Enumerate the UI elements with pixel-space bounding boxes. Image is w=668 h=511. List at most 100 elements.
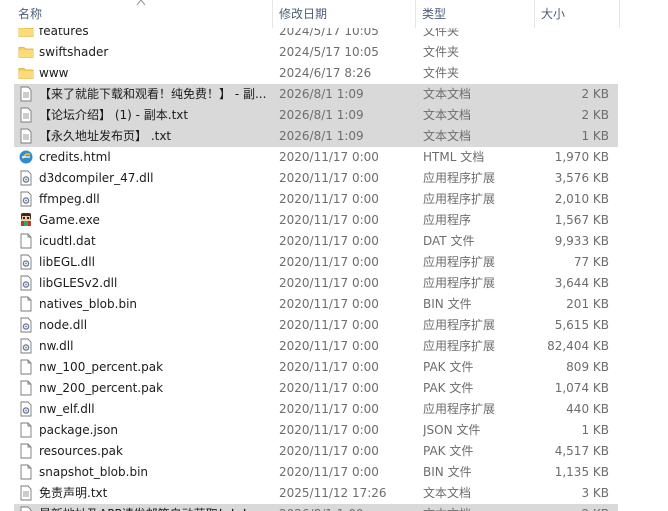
file-name: package.json	[39, 423, 119, 437]
file-size: 2,010 KB	[554, 192, 609, 206]
file-date: 2026/8/1 1:09	[279, 504, 419, 511]
file-row[interactable]: nw.dll 2020/11/17 0:00 应用程序扩展 82,404 KB	[14, 336, 618, 357]
file-size: 1,567 KB	[554, 213, 609, 227]
file-size: 2 KB	[534, 504, 609, 511]
file-row[interactable]: nw_100_percent.pak 2020/11/17 0:00 PAK 文件 8…	[14, 357, 618, 378]
file-type: DAT 文件	[423, 234, 475, 248]
file-date: 2020/11/17 0:00	[279, 150, 379, 164]
file-name: nw_elf.dll	[39, 402, 95, 416]
file-row[interactable]: Game.exe 2020/11/17 0:00 应用程序 1,567 KB	[14, 210, 618, 231]
file-date: 2026/8/1 1:09	[279, 129, 364, 143]
file-row[interactable]: libEGL.dll 2020/11/17 0:00 应用程序扩展 77 KB	[14, 252, 618, 273]
file-date: 2020/11/17 0:00	[279, 381, 379, 395]
dll-file-icon	[18, 191, 34, 207]
file-size: 82,404 KB	[547, 339, 609, 353]
file-date: 2020/11/17 0:00	[279, 465, 379, 479]
file-date: 2020/11/17 0:00	[279, 423, 379, 437]
file-type: 应用程序扩展	[423, 402, 496, 416]
column-header-name[interactable]: 名称	[12, 0, 272, 28]
file-row[interactable]: 【论坛介绍】 (1) - 副本.txt 2026/8/1 1:09 文本文档 2 KB	[14, 105, 618, 126]
file-row[interactable]: nw_elf.dll 2020/11/17 0:00 应用程序扩展 440 KB	[14, 399, 618, 420]
file-name: d3dcompiler_47.dll	[39, 171, 154, 185]
folder-icon	[18, 44, 34, 60]
file-date: 2020/11/17 0:00	[279, 213, 379, 227]
dll-file-icon	[18, 275, 34, 291]
file-size: 2 KB	[581, 108, 609, 122]
file-type: 文件夹	[423, 66, 460, 80]
file-name: 最新地址及APP请发邮箱自动获取！！！...	[39, 504, 272, 511]
file-name: resources.pak	[39, 444, 123, 458]
column-header-bar: 名称 修改日期 类型 大小	[0, 0, 668, 28]
file-type: PAK 文件	[423, 360, 474, 374]
file-size: 2 KB	[581, 87, 609, 101]
file-type: 文本文档	[423, 486, 472, 500]
file-row[interactable]: features 2024/5/17 10:05 文件夹	[14, 28, 618, 42]
file-name: 【来了就能下载和观看！纯免费！】 - 副...	[39, 87, 267, 101]
file-row[interactable]: resources.pak 2020/11/17 0:00 PAK 文件 4,517 …	[14, 441, 618, 462]
file-row[interactable]: icudtl.dat 2020/11/17 0:00 DAT 文件 9,933 KB	[14, 231, 618, 252]
file-type: 文件夹	[423, 28, 460, 38]
file-size: 1 KB	[581, 129, 609, 143]
file-date: 2020/11/17 0:00	[279, 444, 379, 458]
file-name: nw_100_percent.pak	[39, 360, 164, 374]
blank-file-icon	[18, 380, 34, 396]
file-row[interactable]: 免责声明.txt 2025/11/12 17:26 文本文档 3 KB	[14, 483, 618, 504]
file-size	[534, 28, 609, 42]
file-size: 1,074 KB	[554, 381, 609, 395]
file-type: 应用程序	[423, 213, 472, 227]
file-date: 2026/8/1 1:09	[279, 108, 364, 122]
file-row[interactable]: www 2024/6/17 8:26 文件夹	[14, 63, 618, 84]
file-type: 应用程序扩展	[423, 318, 496, 332]
file-row[interactable]: swiftshader 2024/5/17 10:05 文件夹	[14, 42, 618, 63]
file-size: 1 KB	[581, 423, 609, 437]
file-name: nw.dll	[39, 339, 74, 353]
file-date: 2024/5/17 10:05	[279, 45, 379, 59]
file-name: ffmpeg.dll	[39, 192, 100, 206]
file-size: 1,970 KB	[554, 150, 609, 164]
file-row[interactable]: natives_blob.bin 2020/11/17 0:00 BIN 文件 201…	[14, 294, 618, 315]
file-row[interactable]: 最新地址及APP请发邮箱自动获取！！！... 2026/8/1 1:09 文本文档2…	[14, 504, 618, 511]
column-header-type[interactable]: 类型	[416, 0, 534, 28]
dll-file-icon	[18, 338, 34, 354]
file-row[interactable]: d3dcompiler_47.dll 2020/11/17 0:00 应用程序扩展 3…	[14, 168, 618, 189]
dll-file-icon	[18, 317, 34, 333]
file-name: www	[39, 66, 69, 80]
file-name: Game.exe	[39, 213, 100, 227]
file-row[interactable]: libGLESv2.dll 2020/11/17 0:00 应用程序扩展 3,644 …	[14, 273, 618, 294]
column-header-date[interactable]: 修改日期	[273, 0, 415, 28]
file-date: 2026/8/1 1:09	[279, 87, 364, 101]
file-date: 2020/11/17 0:00	[279, 318, 379, 332]
blank-file-icon	[18, 233, 34, 249]
file-row[interactable]: 【来了就能下载和观看！纯免费！】 - 副... 2026/8/1 1:09 文本文档…	[14, 84, 618, 105]
file-row[interactable]: node.dll 2020/11/17 0:00 应用程序扩展 5,615 KB	[14, 315, 618, 336]
file-name: nw_200_percent.pak	[39, 381, 164, 395]
file-type: 文本文档	[423, 87, 472, 101]
file-name: libEGL.dll	[39, 255, 95, 269]
file-row[interactable]: snapshot_blob.bin 2020/11/17 0:00 BIN 文件 1,…	[14, 462, 618, 483]
file-date: 2020/11/17 0:00	[279, 171, 379, 185]
file-name: snapshot_blob.bin	[39, 465, 149, 479]
file-name: libGLESv2.dll	[39, 276, 118, 290]
column-divider[interactable]	[619, 0, 620, 28]
blank-file-icon	[18, 296, 34, 312]
text-file-icon	[18, 485, 34, 501]
file-name: credits.html	[39, 150, 111, 164]
file-name: 免责声明.txt	[39, 486, 108, 500]
file-type: 文件夹	[423, 45, 460, 59]
file-size: 4,517 KB	[554, 444, 609, 458]
file-type: 文本文档	[423, 129, 472, 143]
file-row[interactable]: ffmpeg.dll 2020/11/17 0:00 应用程序扩展 2,010 KB	[14, 189, 618, 210]
file-name: icudtl.dat	[39, 234, 96, 248]
file-size: 5,615 KB	[554, 318, 609, 332]
folder-icon	[18, 28, 34, 39]
file-size: 440 KB	[566, 402, 609, 416]
column-header-size[interactable]: 大小	[535, 0, 619, 28]
file-row[interactable]: package.json 2020/11/17 0:00 JSON 文件 1 KB	[14, 420, 618, 441]
file-row[interactable]: 【永久地址发布页】 .txt 2026/8/1 1:09 文本文档 1 KB	[14, 126, 618, 147]
file-row[interactable]: credits.html 2020/11/17 0:00 HTML 文档 1,970 …	[14, 147, 618, 168]
file-date: 2020/11/17 0:00	[279, 360, 379, 374]
file-date: 2020/11/17 0:00	[279, 192, 379, 206]
file-row[interactable]: nw_200_percent.pak 2020/11/17 0:00 PAK 文件 1…	[14, 378, 618, 399]
file-size: 1,135 KB	[554, 465, 609, 479]
file-name: natives_blob.bin	[39, 297, 138, 311]
